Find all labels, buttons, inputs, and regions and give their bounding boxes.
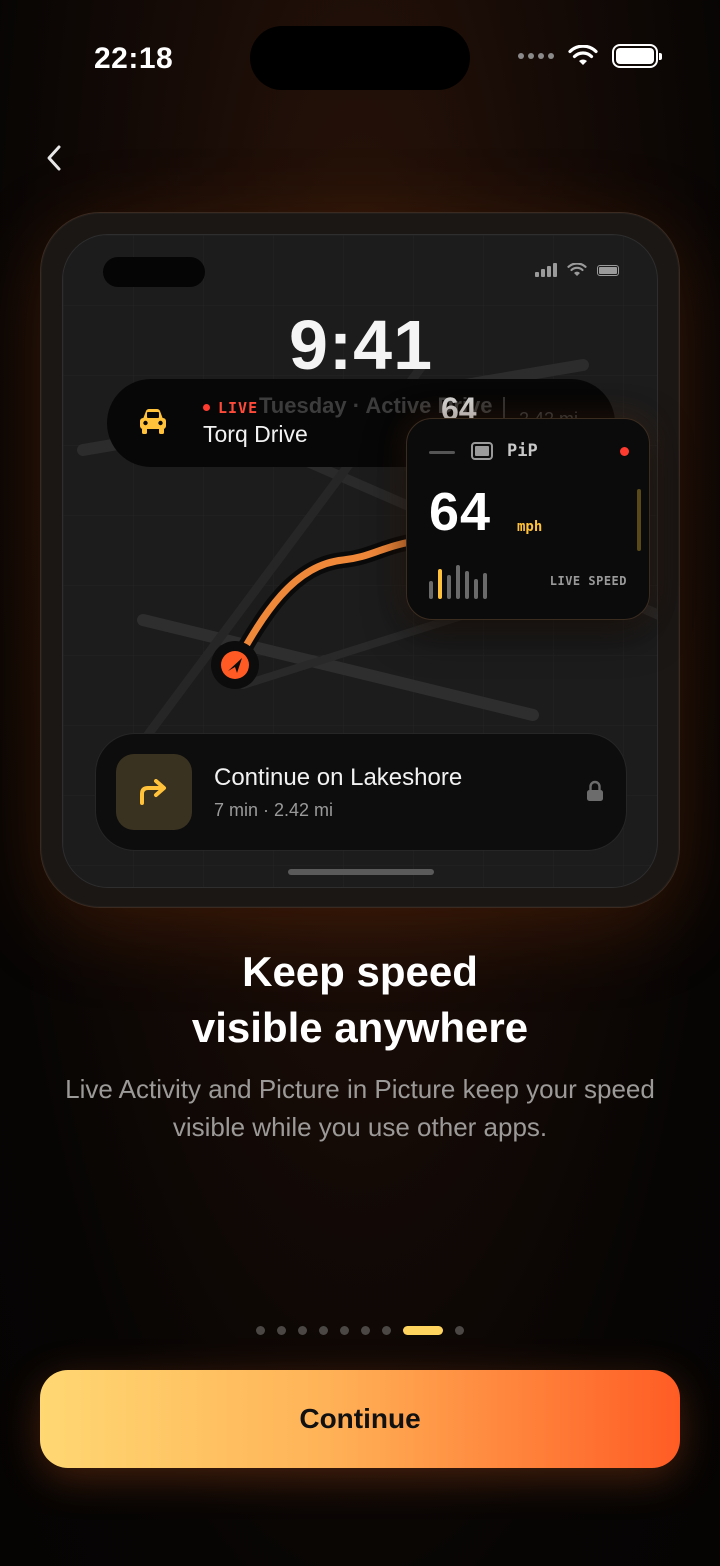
page-dot xyxy=(361,1326,370,1335)
page-dot xyxy=(256,1326,265,1335)
turn-right-arrow-icon xyxy=(140,779,166,805)
page-dot xyxy=(277,1326,286,1335)
lock-screen-time: 9:41 xyxy=(288,306,434,384)
page-dot xyxy=(298,1326,307,1335)
cellular-icon xyxy=(518,53,554,59)
battery-icon xyxy=(612,44,662,68)
recording-dot xyxy=(620,447,629,456)
pip-unit: mph xyxy=(517,519,543,535)
live-tag: LIVE xyxy=(203,399,258,417)
headline: Keep speed visible anywhere xyxy=(0,944,720,1056)
page-dot-active xyxy=(403,1326,443,1335)
pip-gauge-bar xyxy=(637,489,641,551)
battery-icon xyxy=(597,264,619,276)
lock-icon xyxy=(587,780,603,801)
page-dot xyxy=(382,1326,391,1335)
nav-title: Continue on Lakeshore xyxy=(214,764,463,791)
status-time: 22:18 xyxy=(94,42,174,75)
dynamic-island xyxy=(250,26,470,90)
wifi-icon xyxy=(567,263,587,276)
page-dot xyxy=(340,1326,349,1335)
speed-history-bars xyxy=(429,563,487,599)
subtitle: Live Activity and Picture in Picture kee… xyxy=(65,1074,655,1142)
headline-line-1: Keep speed xyxy=(242,948,478,995)
back-button[interactable] xyxy=(38,140,70,176)
car-icon xyxy=(140,409,166,434)
page-dot xyxy=(455,1326,464,1335)
inner-status-icons xyxy=(535,263,619,277)
page-dot xyxy=(319,1326,328,1335)
pip-live-speed-label: LIVE SPEED xyxy=(549,574,627,588)
headline-line-2: visible anywhere xyxy=(191,1004,529,1051)
wifi-icon xyxy=(568,45,598,65)
pip-window: PiP 64 mph LIVE SPEED xyxy=(406,418,650,620)
nav-subtitle: 7 min · 2.42 mi xyxy=(214,800,334,820)
cellular-icon xyxy=(535,263,557,277)
turn-icon-box xyxy=(116,754,192,830)
inner-home-indicator xyxy=(288,869,434,875)
status-icons xyxy=(518,44,662,68)
app-name: Torq Drive xyxy=(203,421,308,447)
pip-window-icon xyxy=(471,442,493,460)
chevron-left-icon xyxy=(47,145,61,171)
nav-card: Continue on Lakeshore 7 min · 2.42 mi xyxy=(95,733,627,851)
pip-speed: 64 xyxy=(429,482,492,542)
pip-minimize-bar xyxy=(429,451,455,454)
pip-label: PiP xyxy=(507,441,538,461)
inner-dynamic-island xyxy=(103,257,205,287)
page-indicator xyxy=(0,1326,720,1335)
continue-button[interactable]: Continue xyxy=(40,1370,680,1468)
